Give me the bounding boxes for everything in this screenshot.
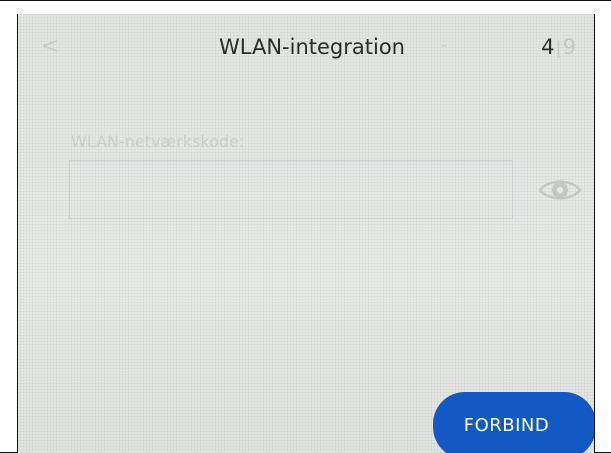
- wlan-password-input[interactable]: [69, 160, 513, 219]
- password-field-label: WLAN-netværkskode:: [71, 132, 245, 151]
- back-button[interactable]: <: [37, 32, 63, 62]
- device-screen: < WLAN-integration 4|9 WLAN-netværkskode…: [17, 14, 594, 453]
- step-counter: 4|9: [541, 30, 576, 66]
- page-title: WLAN-integration: [219, 35, 405, 59]
- eye-icon: [538, 180, 582, 200]
- connect-button[interactable]: FORBIND: [433, 392, 594, 453]
- connect-button-label: FORBIND: [463, 415, 550, 436]
- step-current: 4: [541, 35, 555, 59]
- toggle-password-visibility-button[interactable]: [535, 170, 585, 210]
- screen-border-left: [17, 14, 18, 453]
- step-total: 9: [562, 35, 576, 59]
- title-decoration: [441, 45, 447, 47]
- step-separator: |: [555, 38, 562, 59]
- chevron-left-icon: <: [40, 34, 60, 59]
- screen-border-right: [594, 14, 595, 453]
- photo-border-top: [0, 0, 611, 1]
